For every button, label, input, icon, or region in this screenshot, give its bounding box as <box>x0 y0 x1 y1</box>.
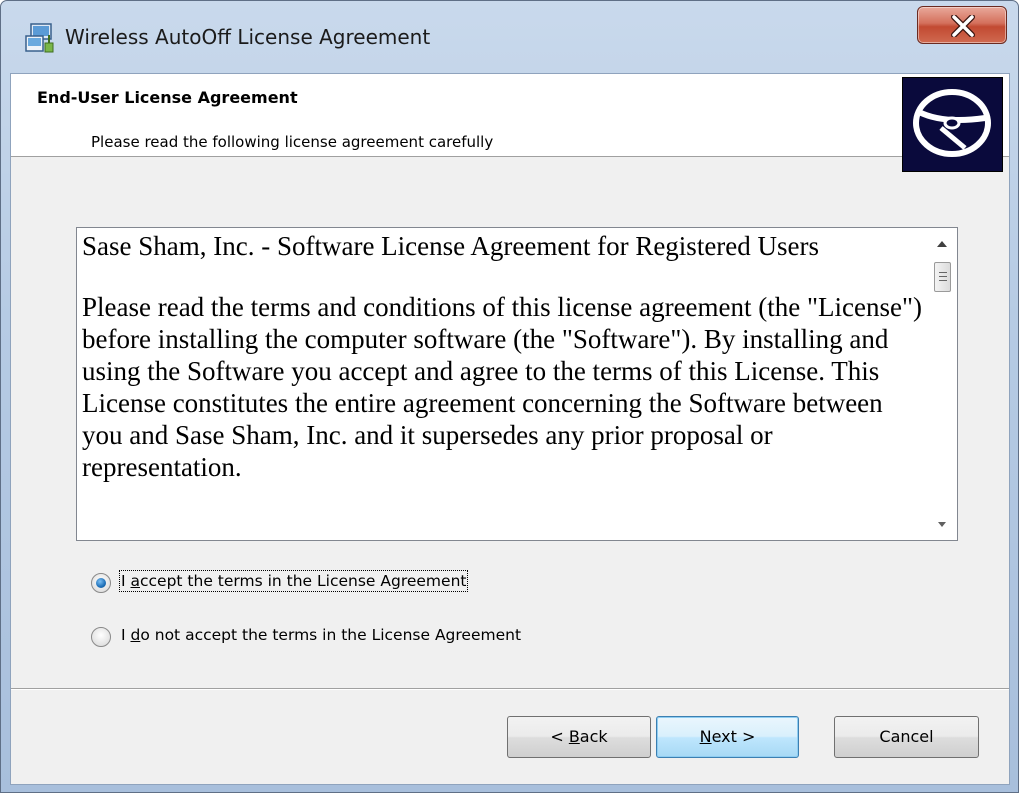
banner-title: End-User License Agreement <box>37 88 298 107</box>
license-scrollbar[interactable] <box>927 228 957 540</box>
arrow-down-icon <box>938 522 946 527</box>
accept-label[interactable]: I accept the terms in the License Agreem… <box>118 570 469 592</box>
decline-label[interactable]: I do not accept the terms in the License… <box>121 626 521 644</box>
arrow-up-icon <box>937 241 947 247</box>
header-banner: End-User License Agreement Please read t… <box>11 74 1009 157</box>
scroll-up-button[interactable] <box>927 230 957 258</box>
close-button[interactable] <box>917 6 1007 44</box>
banner-subtitle: Please read the following license agreem… <box>91 133 494 151</box>
decline-radio[interactable] <box>91 627 111 647</box>
title-bar[interactable]: Wireless AutoOff License Agreement <box>1 1 1018 73</box>
accept-radio[interactable] <box>91 573 111 593</box>
scroll-down-button[interactable] <box>927 510 957 538</box>
license-text-box[interactable]: Sase Sham, Inc. - Software License Agree… <box>76 227 958 541</box>
next-button[interactable]: Next > <box>656 716 799 758</box>
window-title: Wireless AutoOff License Agreement <box>65 25 431 49</box>
installer-window: Wireless AutoOff License Agreement End-U… <box>0 0 1019 793</box>
installer-icon <box>23 21 57 55</box>
back-button[interactable]: < Back <box>507 716 651 758</box>
license-heading: Sase Sham, Inc. - Software License Agree… <box>82 231 820 261</box>
license-paragraph: Please read the terms and conditions of … <box>82 292 922 482</box>
disc-logo-icon <box>902 77 1003 172</box>
cancel-button[interactable]: Cancel <box>834 716 979 758</box>
license-text: Sase Sham, Inc. - Software License Agree… <box>82 230 922 512</box>
footer-separator <box>11 688 1009 690</box>
scroll-thumb[interactable] <box>934 262 951 292</box>
close-icon <box>951 15 975 37</box>
dialog-client-area: End-User License Agreement Please read t… <box>10 73 1010 785</box>
